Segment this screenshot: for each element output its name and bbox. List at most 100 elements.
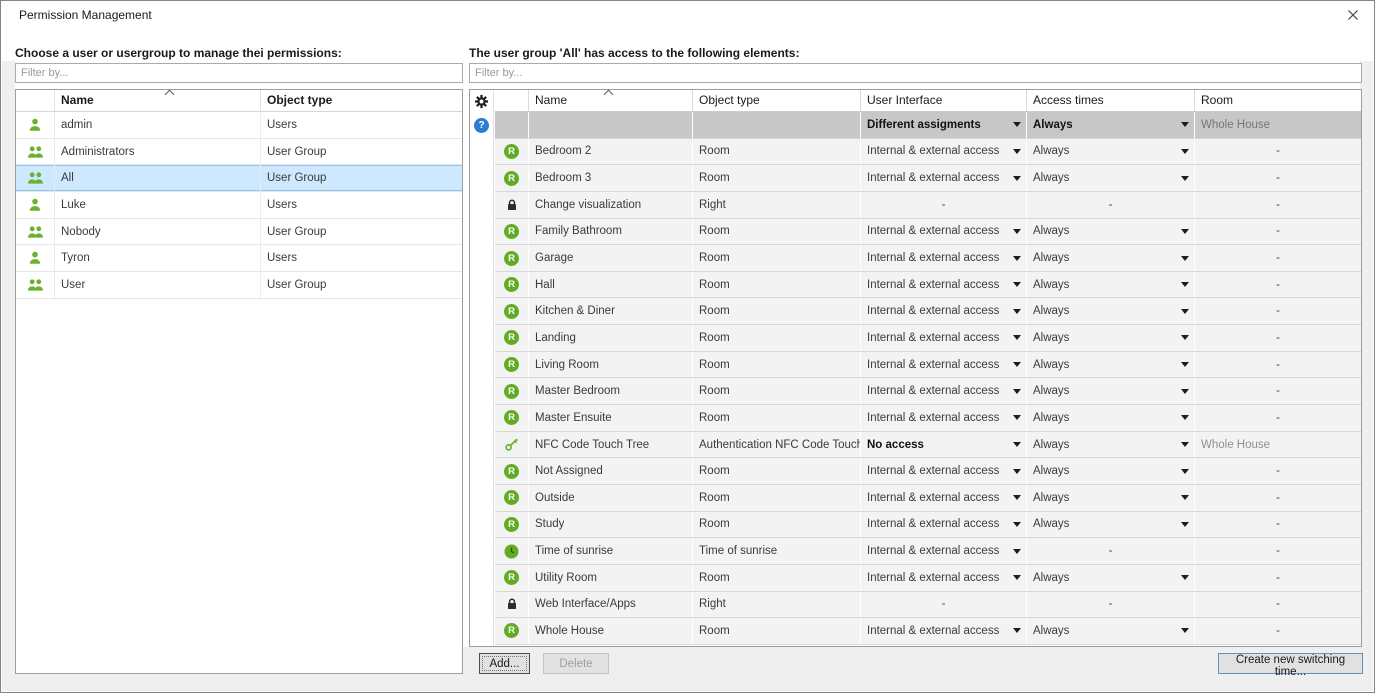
- create-new-switching-time-button[interactable]: Create new switching time...: [1218, 653, 1363, 674]
- user-interface-dropdown[interactable]: Internal & external access: [860, 298, 1026, 324]
- access-times-dropdown[interactable]: Always: [1026, 139, 1194, 165]
- element-row[interactable]: R Not Assigned Room Internal & external …: [495, 458, 1361, 485]
- user-interface-dropdown[interactable]: Internal & external access: [860, 139, 1026, 165]
- access-times-dropdown[interactable]: Always: [1026, 512, 1194, 538]
- access-times-dropdown[interactable]: Always: [1026, 219, 1194, 245]
- object-type-cell: Users: [260, 245, 462, 271]
- chevron-down-icon: [1013, 176, 1021, 181]
- access-times-dropdown[interactable]: Always: [1026, 245, 1194, 271]
- access-times-dropdown[interactable]: Always: [1026, 112, 1194, 138]
- right-panel-label: The user group 'All' has access to the f…: [469, 46, 799, 60]
- user-row[interactable]: All User Group: [16, 165, 462, 192]
- room-cell: -: [1194, 512, 1361, 538]
- column-header-user-interface[interactable]: User Interface: [860, 90, 1026, 111]
- access-times-dropdown[interactable]: Always: [1026, 565, 1194, 591]
- access-times-dropdown[interactable]: Always: [1026, 378, 1194, 404]
- user-row[interactable]: admin Users: [16, 112, 462, 139]
- element-row[interactable]: Time of sunrise Time of sunrise Internal…: [495, 538, 1361, 565]
- user-row[interactable]: Luke Users: [16, 192, 462, 219]
- delete-button[interactable]: Delete: [543, 653, 609, 674]
- user-interface-dropdown[interactable]: Internal & external access: [860, 378, 1026, 404]
- access-times-dropdown[interactable]: Always: [1026, 618, 1194, 644]
- name-cell: Web Interface/Apps: [528, 592, 692, 618]
- element-row[interactable]: R Master Ensuite Room Internal & externa…: [495, 405, 1361, 432]
- column-header-access-times[interactable]: Access times: [1026, 90, 1194, 111]
- access-times-dropdown[interactable]: Always: [1026, 325, 1194, 351]
- element-row[interactable]: R Whole House Room Internal & external a…: [495, 618, 1361, 645]
- access-times-dropdown[interactable]: Always: [1026, 458, 1194, 484]
- element-row[interactable]: R Bedroom 2 Room Internal & external acc…: [495, 139, 1361, 166]
- element-row[interactable]: R Living Room Room Internal & external a…: [495, 352, 1361, 379]
- element-row[interactable]: R Garage Room Internal & external access…: [495, 245, 1361, 272]
- close-button[interactable]: [1340, 4, 1366, 26]
- user-row[interactable]: Nobody User Group: [16, 219, 462, 246]
- access-times-dropdown: -: [1026, 592, 1194, 618]
- user-interface-dropdown[interactable]: Internal & external access: [860, 458, 1026, 484]
- right-filter-input[interactable]: [469, 63, 1362, 83]
- user-interface-dropdown[interactable]: No access: [860, 432, 1026, 458]
- element-row[interactable]: R Hall Room Internal & external access A…: [495, 272, 1361, 299]
- object-type-cell: Room: [692, 485, 860, 511]
- object-type-cell: Authentication NFC Code Touch: [692, 432, 860, 458]
- user-interface-dropdown[interactable]: Internal & external access: [860, 352, 1026, 378]
- room-icon: R: [504, 384, 519, 399]
- user-interface-dropdown: -: [860, 592, 1026, 618]
- element-row[interactable]: R Bedroom 3 Room Internal & external acc…: [495, 165, 1361, 192]
- clock-icon: [504, 544, 519, 559]
- chevron-down-icon: [1181, 469, 1189, 474]
- access-times-dropdown[interactable]: Always: [1026, 485, 1194, 511]
- user-row[interactable]: Administrators User Group: [16, 139, 462, 166]
- user-interface-dropdown[interactable]: Internal & external access: [860, 245, 1026, 271]
- element-row[interactable]: R Landing Room Internal & external acces…: [495, 325, 1361, 352]
- column-header-name[interactable]: Name: [54, 90, 260, 111]
- name-cell: admin: [54, 112, 260, 138]
- room-cell: -: [1194, 272, 1361, 298]
- user-row[interactable]: User User Group: [16, 272, 462, 299]
- room-cell: -: [1194, 139, 1361, 165]
- user-interface-dropdown[interactable]: Internal & external access: [860, 512, 1026, 538]
- add-button[interactable]: Add...: [479, 653, 530, 674]
- element-row[interactable]: R Utility Room Room Internal & external …: [495, 565, 1361, 592]
- gear-icon[interactable]: [474, 94, 489, 109]
- user-row[interactable]: Tyron Users: [16, 245, 462, 272]
- permissions-table-header: Name Object type User Interface Access t…: [495, 90, 1361, 112]
- access-times-dropdown[interactable]: Always: [1026, 298, 1194, 324]
- user-interface-dropdown[interactable]: Internal & external access: [860, 618, 1026, 644]
- object-type-cell: Room: [692, 165, 860, 191]
- chevron-down-icon: [1013, 362, 1021, 367]
- element-row[interactable]: Web Interface/Apps Right - - -: [495, 592, 1361, 619]
- element-row[interactable]: R Outside Room Internal & external acces…: [495, 485, 1361, 512]
- column-header-room[interactable]: Room: [1194, 90, 1361, 111]
- name-cell: NFC Code Touch Tree: [528, 432, 692, 458]
- user-interface-dropdown[interactable]: Internal & external access: [860, 565, 1026, 591]
- user-interface-dropdown[interactable]: Internal & external access: [860, 165, 1026, 191]
- name-cell: Bedroom 3: [528, 165, 692, 191]
- access-times-dropdown[interactable]: Always: [1026, 165, 1194, 191]
- chevron-down-icon: [1013, 389, 1021, 394]
- column-header-object-type[interactable]: Object type: [260, 90, 462, 111]
- access-times-dropdown[interactable]: Always: [1026, 432, 1194, 458]
- chevron-down-icon: [1013, 122, 1021, 127]
- column-header-object-type[interactable]: Object type: [692, 90, 860, 111]
- element-row[interactable]: R Kitchen & Diner Room Internal & extern…: [495, 298, 1361, 325]
- left-filter-input[interactable]: [15, 63, 463, 83]
- element-row[interactable]: NFC Code Touch Tree Authentication NFC C…: [495, 432, 1361, 459]
- element-row[interactable]: R Study Room Internal & external access …: [495, 512, 1361, 539]
- chevron-down-icon: [1181, 522, 1189, 527]
- user-interface-dropdown[interactable]: Internal & external access: [860, 405, 1026, 431]
- user-interface-dropdown[interactable]: Internal & external access: [860, 272, 1026, 298]
- access-times-dropdown[interactable]: Always: [1026, 405, 1194, 431]
- element-row[interactable]: R Master Bedroom Room Internal & externa…: [495, 378, 1361, 405]
- user-interface-dropdown[interactable]: Internal & external access: [860, 219, 1026, 245]
- user-interface-dropdown[interactable]: Internal & external access: [860, 538, 1026, 564]
- access-times-dropdown[interactable]: Always: [1026, 352, 1194, 378]
- user-interface-dropdown[interactable]: Different assigments: [860, 112, 1026, 138]
- element-row[interactable]: Change visualization Right - - -: [495, 192, 1361, 219]
- user-interface-dropdown[interactable]: Internal & external access: [860, 325, 1026, 351]
- help-icon[interactable]: ?: [474, 118, 489, 133]
- access-times-dropdown[interactable]: Always: [1026, 272, 1194, 298]
- chevron-down-icon: [1013, 469, 1021, 474]
- element-row[interactable]: R Family Bathroom Room Internal & extern…: [495, 219, 1361, 246]
- element-row[interactable]: Different assigments Always Whole House: [495, 112, 1361, 139]
- user-interface-dropdown[interactable]: Internal & external access: [860, 485, 1026, 511]
